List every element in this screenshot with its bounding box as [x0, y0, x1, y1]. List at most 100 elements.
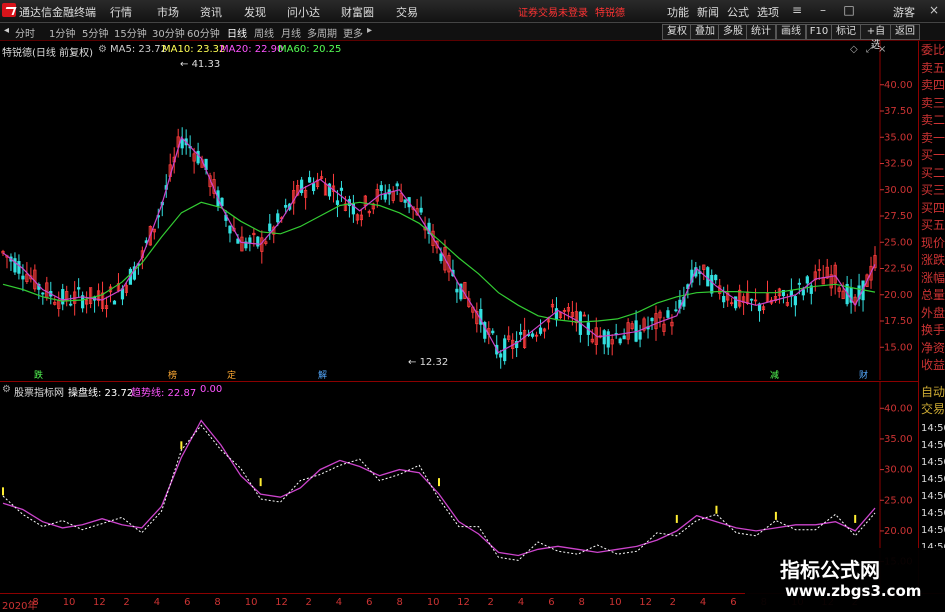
indicator-settings-icon[interactable]: ⚙: [2, 384, 11, 395]
candle-body: [722, 296, 726, 303]
side-item-18[interactable]: 收益: [921, 358, 945, 373]
side-time-6: 14:50: [921, 525, 945, 536]
settings-icon[interactable]: ⚙: [98, 44, 107, 55]
candle-body: [706, 267, 710, 287]
side-item-7[interactable]: 买二: [921, 166, 945, 181]
event-tag-finance[interactable]: 财: [859, 368, 868, 381]
period-tab-monthly[interactable]: 月线: [281, 25, 301, 40]
overlay-button[interactable]: 叠加: [690, 24, 720, 40]
signal-marker: [438, 478, 440, 487]
side-item-8[interactable]: 买三: [921, 183, 945, 198]
side-item-16[interactable]: 换手: [921, 323, 945, 338]
date-label: 4: [699, 597, 707, 608]
date-label: 6: [184, 597, 191, 608]
menu-item-news[interactable]: 资讯: [200, 4, 222, 20]
side-panel: 委比卖五卖四卖三卖二卖一买一买二买三买四买五现价涨跌涨幅总量外盘换手净资收益自动…: [918, 41, 945, 592]
event-tag-unlock[interactable]: 解: [318, 368, 327, 381]
candle-body: [276, 213, 280, 223]
side-item-0[interactable]: 委比: [921, 43, 945, 58]
signal-marker: [180, 441, 183, 450]
event-tag-drop[interactable]: 跌: [34, 368, 43, 381]
side-item-6[interactable]: 买一: [921, 148, 945, 163]
side-time-0: 14:50: [921, 423, 945, 434]
period-tab-daily[interactable]: 日线: [227, 25, 247, 40]
side-time-5: 14:50: [921, 508, 945, 519]
side-item-2[interactable]: 卖四: [921, 78, 945, 93]
period-tab-intraday[interactable]: 分时: [15, 25, 35, 40]
menu-item-wealth[interactable]: 财富圈: [341, 4, 374, 20]
side-item-15[interactable]: 外盘: [921, 306, 945, 321]
period-tab-multi[interactable]: 多周期: [307, 25, 337, 40]
y-tick-label: 17.50: [884, 316, 913, 327]
user-label[interactable]: 游客: [893, 4, 915, 20]
menu-item-market[interactable]: 市场: [157, 4, 179, 20]
more-dropdown-icon[interactable]: ▸: [367, 25, 372, 36]
multi-stock-button[interactable]: 多股: [718, 24, 748, 40]
operation-line-label: 操盘线: 23.72: [68, 388, 134, 399]
draw-line-button[interactable]: 画线: [776, 24, 806, 40]
login-notice[interactable]: 证券交易未登录: [518, 4, 588, 19]
period-tab-1min[interactable]: 1分钟: [49, 25, 75, 40]
main-chart-svg[interactable]: 40.00 37.50 35.00 32.50 30.00 27.50 25.00 22.50…: [0, 41, 918, 380]
add-watchlist-button[interactable]: +自选: [860, 24, 892, 51]
side-item-13[interactable]: 涨幅: [921, 271, 945, 286]
period-tab-more[interactable]: 更多: [343, 25, 363, 40]
side-item-17[interactable]: 净资: [921, 341, 945, 356]
toolbar-toggle-icon[interactable]: ◂: [4, 25, 9, 36]
menu-item-discover[interactable]: 发现: [244, 4, 266, 20]
period-tab-5min[interactable]: 5分钟: [82, 25, 108, 40]
event-tag-rank[interactable]: 榜: [168, 368, 177, 381]
f10-button[interactable]: F10: [806, 24, 832, 40]
candle-body: [256, 236, 260, 247]
menu-icon[interactable]: ≡: [790, 3, 804, 17]
back-button[interactable]: 返回: [890, 24, 920, 40]
close-icon[interactable]: ×: [927, 3, 941, 17]
side-item-12[interactable]: 涨跌: [921, 253, 945, 268]
minimize-icon[interactable]: –: [816, 3, 830, 17]
side-item-14[interactable]: 总量: [921, 288, 945, 303]
expand-icon[interactable]: ⤢: [866, 44, 874, 55]
diamond-icon[interactable]: ◇: [850, 44, 858, 55]
menu-item-trade[interactable]: 交易: [396, 4, 418, 20]
side-item-10[interactable]: 买五: [921, 218, 945, 233]
side-item-9[interactable]: 买四: [921, 201, 945, 216]
date-label: 2: [123, 597, 130, 608]
side-item-1[interactable]: 卖五: [921, 61, 945, 76]
side-item-5[interactable]: 卖一: [921, 131, 945, 146]
candle-body: [499, 353, 503, 358]
side-item-4[interactable]: 卖二: [921, 113, 945, 128]
statistics-button[interactable]: 统计: [746, 24, 776, 40]
mark-button[interactable]: 标记: [831, 24, 861, 40]
date-label: 8: [214, 597, 221, 608]
menu-item-ask[interactable]: 问小达: [287, 4, 320, 20]
adjust-button[interactable]: 复权: [662, 24, 692, 40]
menu-item-formula[interactable]: 公式: [727, 4, 749, 20]
menu-item-options[interactable]: 选项: [757, 4, 779, 20]
period-tab-30min[interactable]: 30分钟: [152, 25, 185, 40]
event-tag-fix[interactable]: 定: [227, 368, 236, 381]
date-label: 12: [639, 597, 652, 608]
side-auto-trade-1[interactable]: 交易: [921, 402, 945, 417]
side-item-3[interactable]: 卖三: [921, 96, 945, 111]
stock-link[interactable]: 特锐德: [595, 4, 625, 19]
maximize-icon[interactable]: □: [842, 3, 856, 17]
date-label: 2: [487, 597, 494, 608]
period-tab-15min[interactable]: 15分钟: [114, 25, 147, 40]
side-item-11[interactable]: 现价: [921, 236, 945, 251]
candle-body: [714, 274, 718, 281]
menu-item-quotes[interactable]: 行情: [110, 4, 132, 20]
candle-body: [112, 300, 117, 305]
period-tab-weekly[interactable]: 周线: [254, 25, 274, 40]
main-chart[interactable]: 40.00 37.50 35.00 32.50 30.00 27.50 25.00 22.50…: [0, 41, 930, 381]
period-tab-60min[interactable]: 60分钟: [187, 25, 220, 40]
menu-item-newsfeed[interactable]: 新闻: [697, 4, 719, 20]
menu-item-function[interactable]: 功能: [667, 4, 689, 20]
event-tag-reduce[interactable]: 减: [770, 368, 779, 381]
candle-body: [77, 287, 81, 290]
date-label: 10: [608, 597, 622, 608]
extra-value-label: 0.00: [200, 384, 223, 395]
side-auto-trade-0[interactable]: 自动: [921, 385, 945, 400]
close-pane-icon[interactable]: ×: [878, 44, 886, 55]
operation-line: [2, 424, 876, 561]
candle-body: [801, 289, 805, 296]
